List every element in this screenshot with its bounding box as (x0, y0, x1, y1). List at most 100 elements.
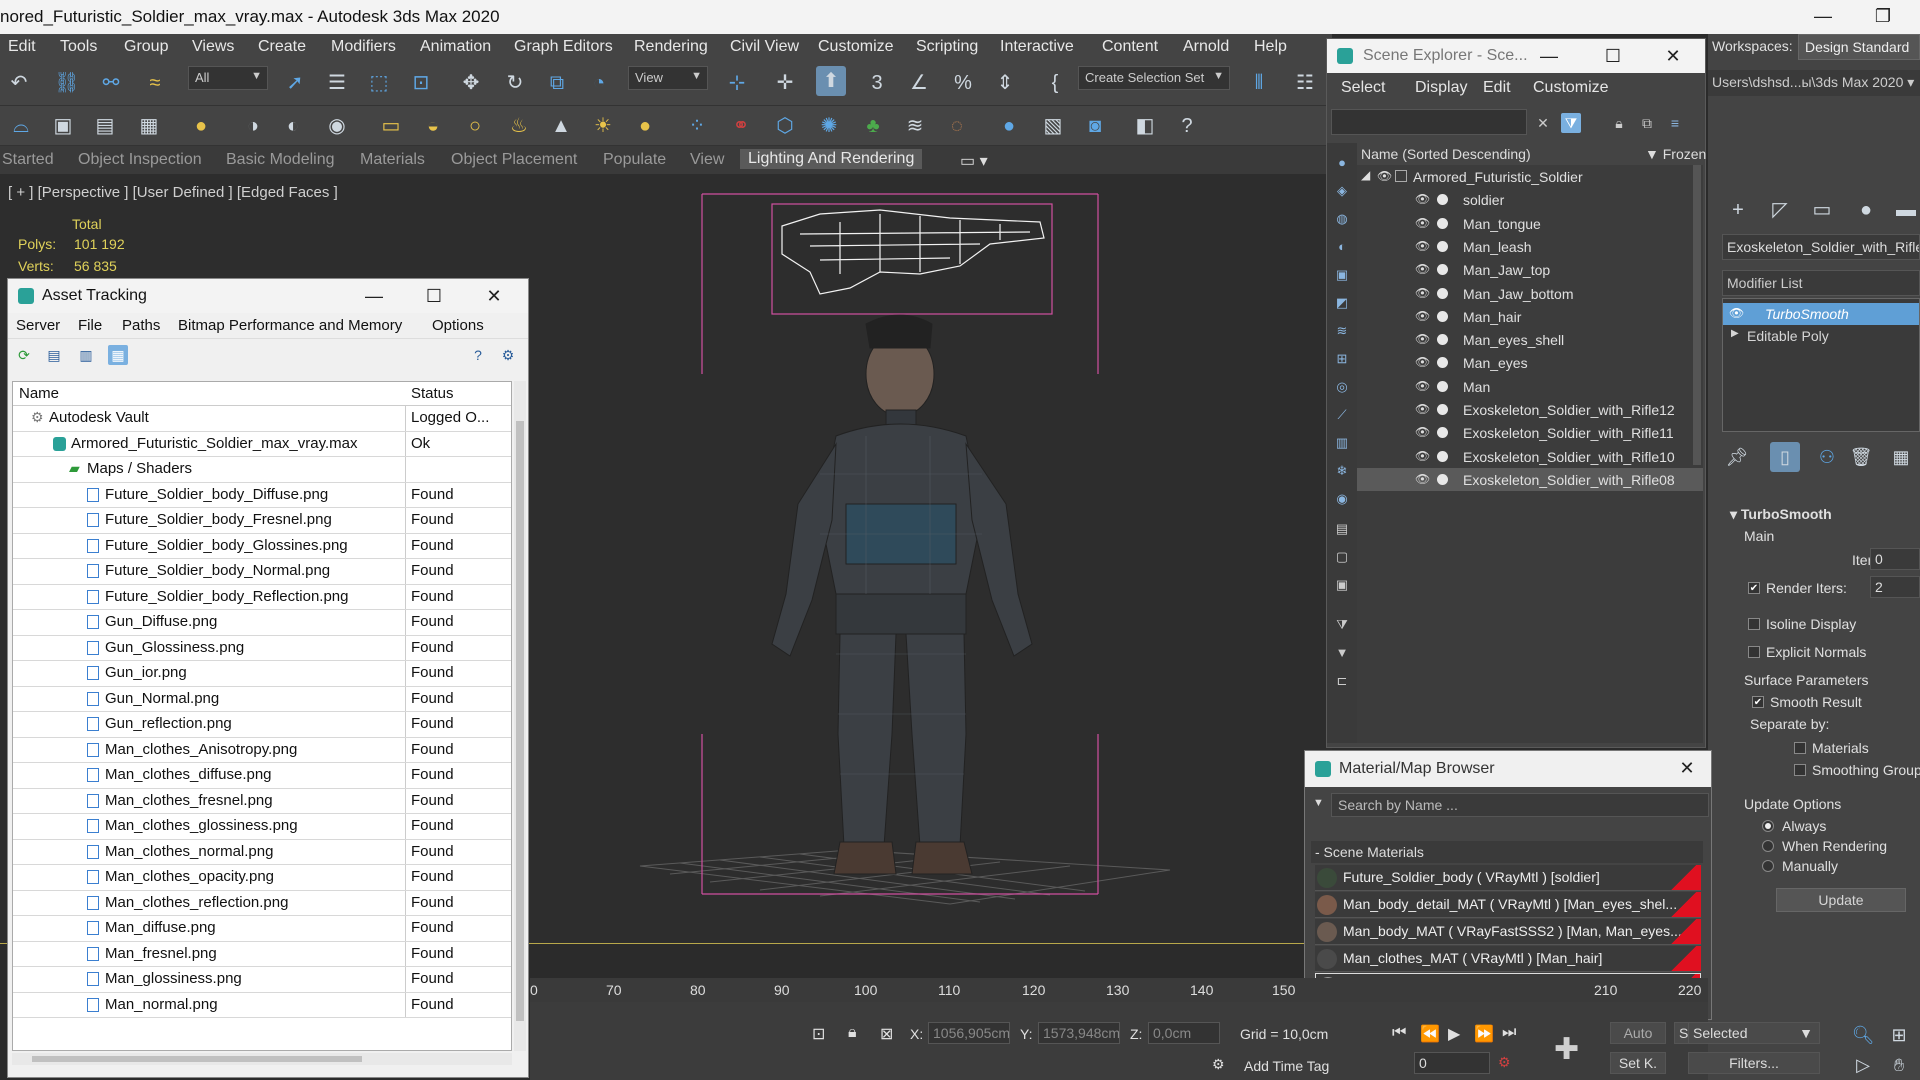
material-row[interactable]: Future_Soldier_body ( VRayMtl ) [soldier… (1315, 865, 1701, 891)
ref-coord-dropdown[interactable]: View ▼ (628, 66, 708, 90)
asset-row[interactable]: ▰ Maps / Shaders (13, 457, 511, 483)
curve-editor-icon[interactable]: ▦ (134, 111, 164, 141)
menu-customize[interactable]: Customize (1533, 79, 1609, 97)
object-render-icon[interactable] (1437, 404, 1448, 415)
groups-filter-icon[interactable]: ⊞ (1332, 349, 1352, 369)
selection-filter-dropdown[interactable]: All ▼ (188, 66, 268, 90)
minimize-button[interactable]: — (1800, 2, 1846, 32)
menu-select[interactable]: Select (1341, 79, 1385, 97)
asset-row[interactable]: Man_normal.png Found (13, 992, 511, 1018)
hair-icon[interactable]: ≋ (900, 111, 930, 141)
material-row[interactable]: Man_body_detail_MAT ( VRayMtl ) [Man_eye… (1315, 892, 1701, 918)
eye-icon[interactable]: 👁︎ (1729, 306, 1744, 320)
scene-object-row[interactable]: 👁︎ Man_leash (1357, 235, 1703, 258)
key-filter-selected-dropdown[interactable]: Selected ▼ (1688, 1022, 1820, 1044)
menu-bitmap-performance[interactable]: Bitmap Performance and Memory (178, 317, 402, 334)
unlink-icon[interactable]: ⚯ (96, 68, 126, 98)
object-render-icon[interactable] (1437, 240, 1448, 252)
select-object-icon[interactable]: ➚ (280, 68, 310, 98)
goto-end-icon[interactable]: ⏭ (1502, 1024, 1516, 1042)
asset-row[interactable]: Future_Soldier_body_Reflection.png Found (13, 584, 511, 610)
asset-row[interactable]: Future_Soldier_body_Diffuse.png Found (13, 482, 511, 508)
modify-tab-icon[interactable]: ◸ (1766, 196, 1794, 224)
schematic-view-icon[interactable]: ● (186, 111, 216, 141)
hierarchy-icon[interactable]: ⧉ (1637, 113, 1657, 133)
help-icon[interactable]: ? (1172, 111, 1202, 141)
menu-animation[interactable]: Animation (420, 38, 491, 56)
manually-radio[interactable] (1762, 860, 1774, 872)
asset-row[interactable]: ⚙ Autodesk Vault Logged O... (13, 406, 511, 432)
geometry-icon[interactable]: ⬡ (770, 111, 800, 141)
hierarchy-tab-icon[interactable]: ▭ (1808, 196, 1836, 224)
layers-icon[interactable]: ≡ (1665, 113, 1685, 133)
scene-object-row[interactable]: 👁︎ Man_tongue (1357, 212, 1703, 235)
lock-icon[interactable]: 🔒︎ (1609, 113, 1629, 133)
material-editor-icon[interactable]: ◑ (238, 111, 268, 141)
scene-object-row[interactable]: 👁︎ Exoskeleton_Soldier_with_Rifle11 (1357, 421, 1703, 444)
lights-filter-icon[interactable]: ◐ (1332, 237, 1352, 257)
materials-checkbox[interactable] (1794, 742, 1806, 754)
maximize-button[interactable]: ☐ (1593, 41, 1633, 71)
scene-object-row[interactable]: 👁︎ Man (1357, 375, 1703, 398)
ribbon-icon[interactable]: ▤ (90, 111, 120, 141)
menu-content[interactable]: Content (1102, 38, 1158, 56)
frozen-filter-icon[interactable]: ❄ (1332, 461, 1352, 481)
asset-row[interactable]: Future_Soldier_body_Glossines.png Found (13, 533, 511, 559)
menu-interactive[interactable]: Interactive (1000, 38, 1074, 56)
object-name-field[interactable]: Exoskeleton_Soldier_with_Rifle (1722, 234, 1920, 260)
zoom-icon[interactable]: 🔍︎ (1848, 1020, 1878, 1050)
object-render-icon[interactable] (1437, 287, 1448, 299)
eye-icon[interactable]: 👁︎ (1415, 472, 1430, 486)
select-manipulate-icon[interactable]: ✛ (770, 68, 800, 98)
asset-row[interactable]: Man_clothes_glossiness.png Found (13, 814, 511, 840)
object-render-icon[interactable] (1437, 427, 1448, 439)
turbosmooth-rollout-title[interactable]: ▾ TurboSmooth (1730, 506, 1832, 523)
material-search-input[interactable]: Search by Name ... (1331, 793, 1709, 817)
render-iters-input[interactable]: 2 (1870, 576, 1920, 598)
tab-lighting-and-rendering[interactable]: Lighting And Rendering (740, 149, 923, 169)
undo-icon[interactable]: ↶ (4, 68, 34, 98)
show-end-result-icon[interactable]: ▯ (1770, 442, 1800, 472)
help-icon[interactable]: ? (468, 345, 488, 365)
menu-help[interactable]: Help (1254, 38, 1287, 56)
bind-spacewarp-icon[interactable]: ≈ (140, 68, 170, 98)
object-render-icon[interactable] (1437, 310, 1448, 322)
pin-stack-icon[interactable]: 📌︎ (1722, 442, 1752, 472)
scale-icon[interactable]: ⧉ (542, 68, 572, 98)
scene-object-row[interactable]: 👁︎ Man_Jaw_bottom (1357, 282, 1703, 305)
rect-selection-icon[interactable]: ⬚ (364, 68, 394, 98)
eye-icon[interactable]: 👁︎ (1415, 286, 1430, 300)
menu-file[interactable]: File (78, 317, 102, 334)
object-render-icon[interactable] (1437, 194, 1448, 206)
scene-object-row[interactable]: 👁︎ Exoskeleton_Soldier_with_Rifle10 (1357, 445, 1703, 468)
object-render-icon[interactable] (1437, 264, 1448, 276)
ribbon-options-icon[interactable]: ▭ ▾ (960, 151, 988, 171)
y-coordinate-field[interactable]: 1573,948cm (1038, 1022, 1120, 1044)
menu-paths[interactable]: Paths (122, 317, 160, 334)
snap-toggle-icon[interactable]: 3 (862, 68, 892, 98)
menu-scripting[interactable]: Scripting (916, 38, 978, 56)
frame-buffer-icon[interactable]: ◧ (1130, 111, 1160, 141)
scroll-thumb[interactable] (516, 421, 524, 1021)
layer-explorer-icon[interactable]: ▣ (48, 111, 78, 141)
x-coordinate-field[interactable]: 1056,905cm (928, 1022, 1010, 1044)
bones-filter-icon[interactable]: ⟋ (1332, 405, 1352, 425)
material-row[interactable]: Man_body_MAT ( VRayFastSSS2 ) [Man, Man_… (1315, 919, 1701, 945)
make-unique-icon[interactable]: ⚇ (1812, 442, 1842, 472)
object-render-icon[interactable] (1437, 450, 1448, 462)
refresh-icon[interactable]: ⟳ (14, 345, 34, 365)
close-button[interactable]: ✕ (1667, 753, 1707, 783)
zoom-all-icon[interactable]: ⊞ (1884, 1020, 1914, 1050)
create-tab-icon[interactable]: + (1724, 196, 1752, 224)
asset-row[interactable]: Gun_Normal.png Found (13, 686, 511, 712)
scene-materials-header[interactable]: - Scene Materials (1311, 841, 1703, 863)
object-render-icon[interactable] (1437, 473, 1448, 485)
move-icon[interactable]: ✥ (456, 68, 486, 98)
containers-filter-icon[interactable]: ▥ (1332, 433, 1352, 453)
helpers-filter-icon[interactable]: ◩ (1332, 293, 1352, 313)
maximize-button[interactable]: ❐ (1860, 2, 1906, 32)
render-setup-icon[interactable]: ◐ (278, 111, 308, 141)
menu-customize[interactable]: Customize (818, 38, 894, 56)
pivot-icon[interactable]: ⊹ (722, 68, 752, 98)
maximize-button[interactable]: ☐ (414, 281, 454, 311)
